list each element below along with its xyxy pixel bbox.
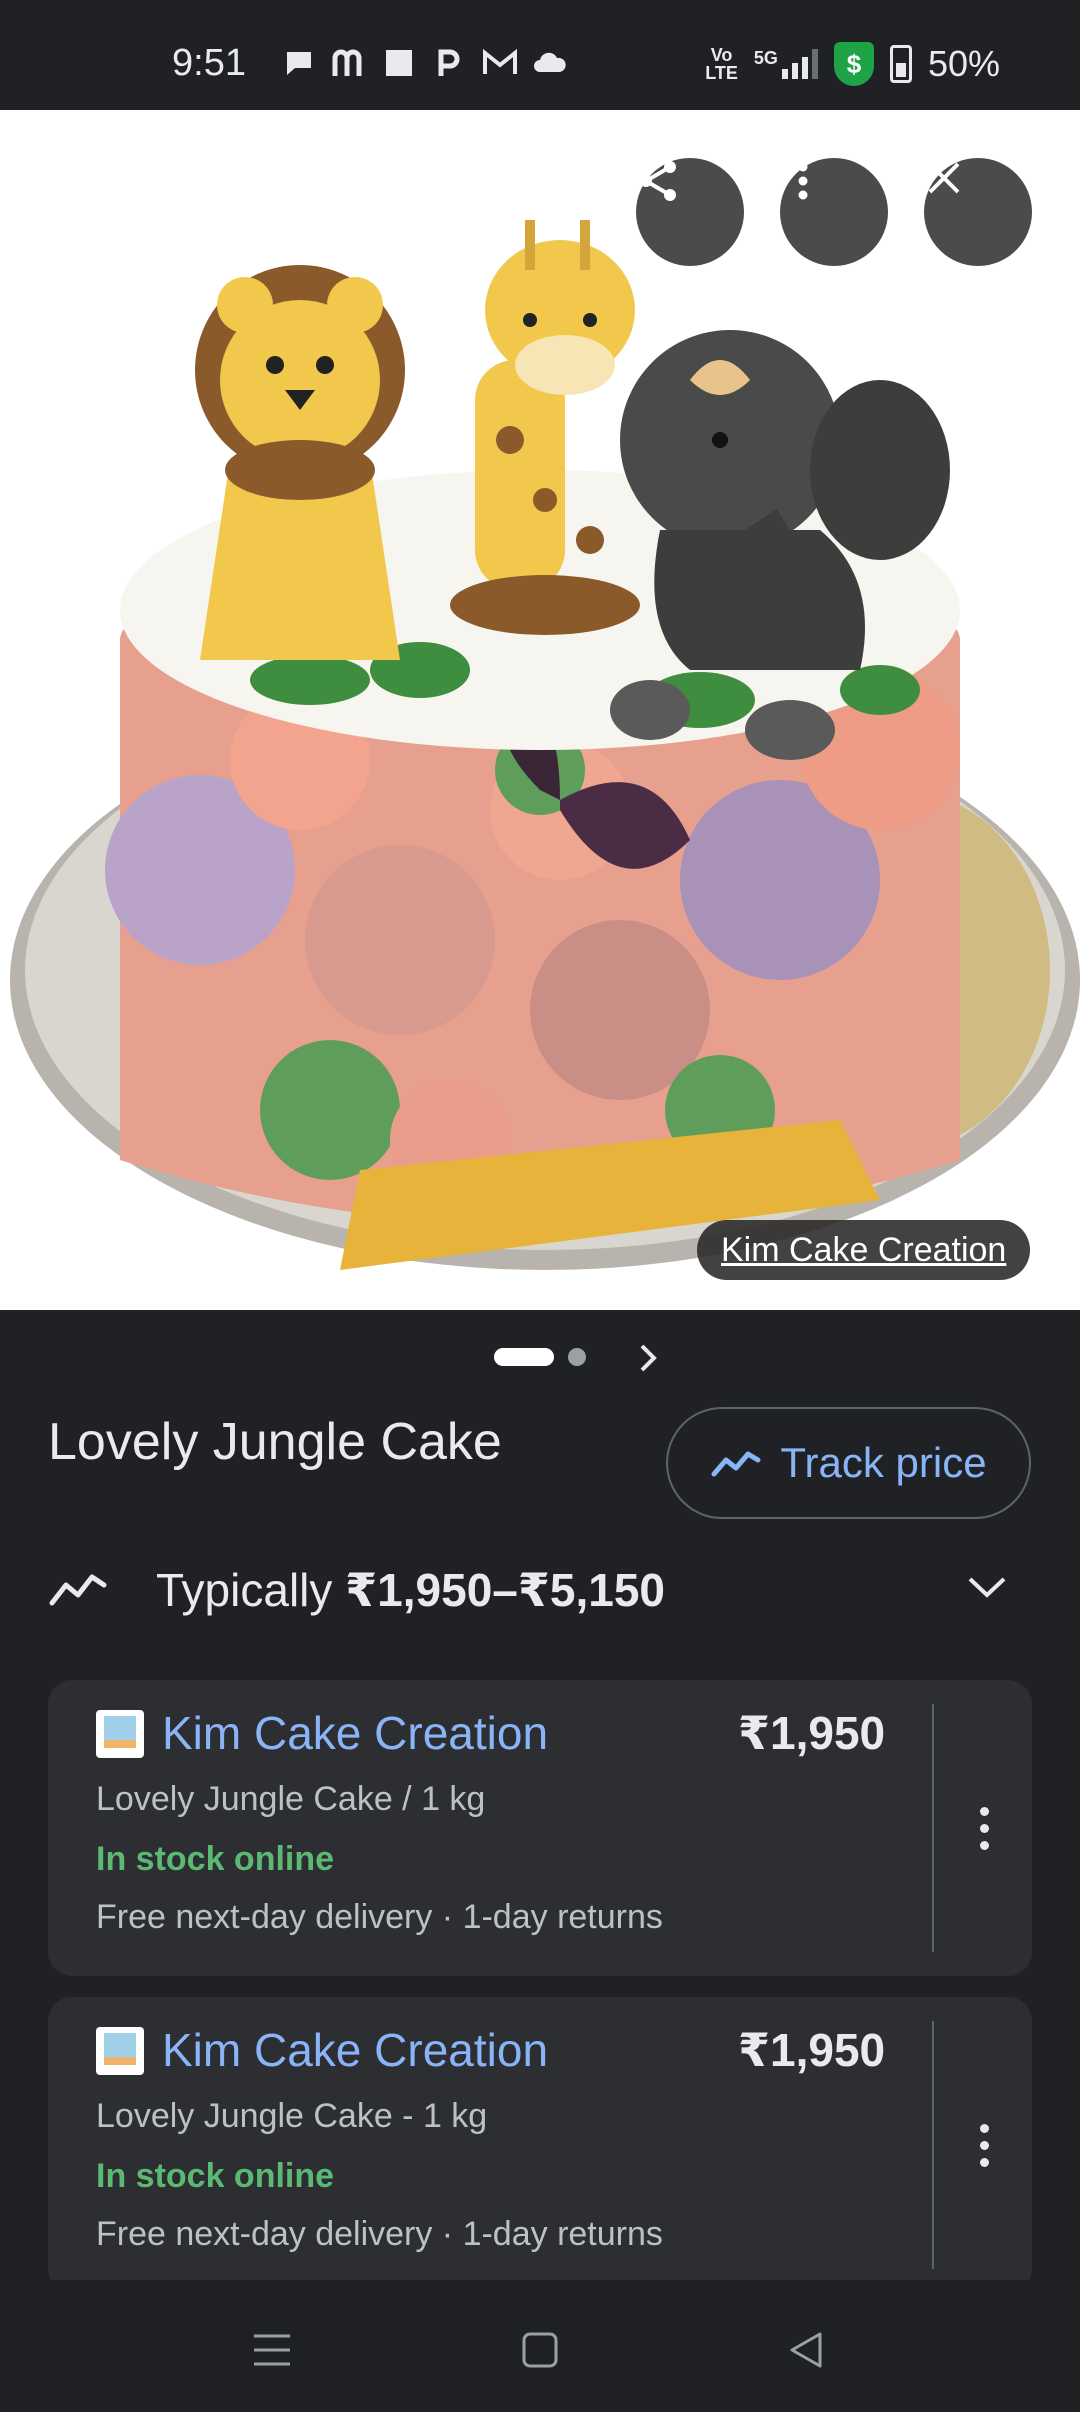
m-app-icon [332, 48, 366, 78]
battery-icon [889, 45, 912, 83]
carousel-dot[interactable] [568, 1348, 586, 1366]
merchant-name[interactable]: Kim Cake Creation [162, 1706, 548, 1760]
offer-product: Lovely Jungle Cake / 1 kg [96, 1780, 486, 1818]
notification-icons [282, 48, 566, 78]
chevron-down-icon[interactable] [964, 1571, 1010, 1601]
home-button[interactable] [510, 2320, 570, 2380]
image-source-link[interactable]: Kim Cake Creation [697, 1220, 1031, 1280]
shield-dollar-icon: $ [833, 42, 874, 86]
gmail-icon [482, 48, 517, 78]
stock-status: In stock online [96, 1840, 335, 1878]
system-status: Vo LTE 5G $ 50% [705, 42, 1000, 86]
battery-percent: 50% [927, 43, 1000, 84]
typical-price-text: Typically ₹1,950–₹5,150 [156, 1563, 665, 1617]
card-divider [932, 1704, 934, 1952]
back-triangle-icon [790, 2332, 822, 2368]
menu-lines-icon [254, 2334, 290, 2366]
typical-prefix: Typically [156, 1564, 346, 1616]
product-image[interactable]: Kim Cake Creation [0, 110, 1080, 1310]
card-divider [932, 2021, 934, 2269]
status-bar: 9:51 Vo LTE 5G $ 50% [0, 0, 1080, 110]
close-button[interactable] [924, 158, 1032, 266]
offer-card[interactable]: Kim Cake Creation ₹1,950 Lovely Jungle C… [48, 1997, 1032, 2293]
delivery-info: Free next-day delivery · 1-day returns [96, 2215, 663, 2253]
trending-icon [711, 1451, 761, 1477]
p-app-icon [432, 48, 466, 78]
offer-price: ₹1,950 [738, 2024, 886, 2076]
image-carousel-indicator [0, 1330, 1080, 1384]
square-icon [382, 48, 416, 78]
network-type: 5G [753, 48, 778, 68]
volte-indicator: Vo LTE [705, 46, 738, 82]
price-trend-icon [49, 1574, 107, 1606]
chevron-right-icon[interactable] [628, 1338, 668, 1378]
jungle-cake-illustration [10, 220, 1080, 1270]
cloud-icon [532, 48, 566, 78]
signal-icon: 5G [754, 49, 818, 79]
delivery-info: Free next-day delivery · 1-day returns [96, 1898, 663, 1936]
offer-menu-button[interactable] [954, 1790, 1014, 1866]
merchant-logo [96, 1710, 144, 1758]
carousel-dot-active[interactable] [494, 1348, 554, 1366]
home-square-icon [522, 2332, 558, 2368]
stock-status: In stock online [96, 2157, 335, 2195]
merchant-logo [96, 2027, 144, 2075]
status-time: 9:51 [172, 42, 246, 84]
track-price-button[interactable]: Track price [666, 1407, 1031, 1519]
merchant-name[interactable]: Kim Cake Creation [162, 2023, 548, 2077]
track-price-label: Track price [780, 1439, 987, 1486]
offer-product: Lovely Jungle Cake - 1 kg [96, 2097, 488, 2135]
volte-bottom: LTE [705, 63, 738, 83]
share-button[interactable] [636, 158, 744, 266]
more-options-button[interactable] [780, 158, 888, 266]
offer-card[interactable]: Kim Cake Creation ₹1,950 Lovely Jungle C… [48, 1680, 1032, 1976]
offer-menu-button[interactable] [954, 2107, 1014, 2183]
chat-icon [282, 48, 316, 78]
volte-top: Vo [710, 45, 733, 65]
close-icon [928, 162, 960, 194]
typical-price-row[interactable]: Typically ₹1,950–₹5,150 [0, 1545, 1080, 1633]
typical-range: ₹1,950–₹5,150 [345, 1564, 665, 1616]
offer-price: ₹1,950 [738, 1707, 886, 1759]
more-vert-icon [798, 162, 808, 200]
back-button[interactable] [776, 2320, 836, 2380]
system-navigation-bar [0, 2280, 1080, 2412]
product-title: Lovely Jungle Cake [48, 1413, 502, 1471]
recents-button[interactable] [242, 2320, 302, 2380]
share-icon [640, 161, 676, 201]
